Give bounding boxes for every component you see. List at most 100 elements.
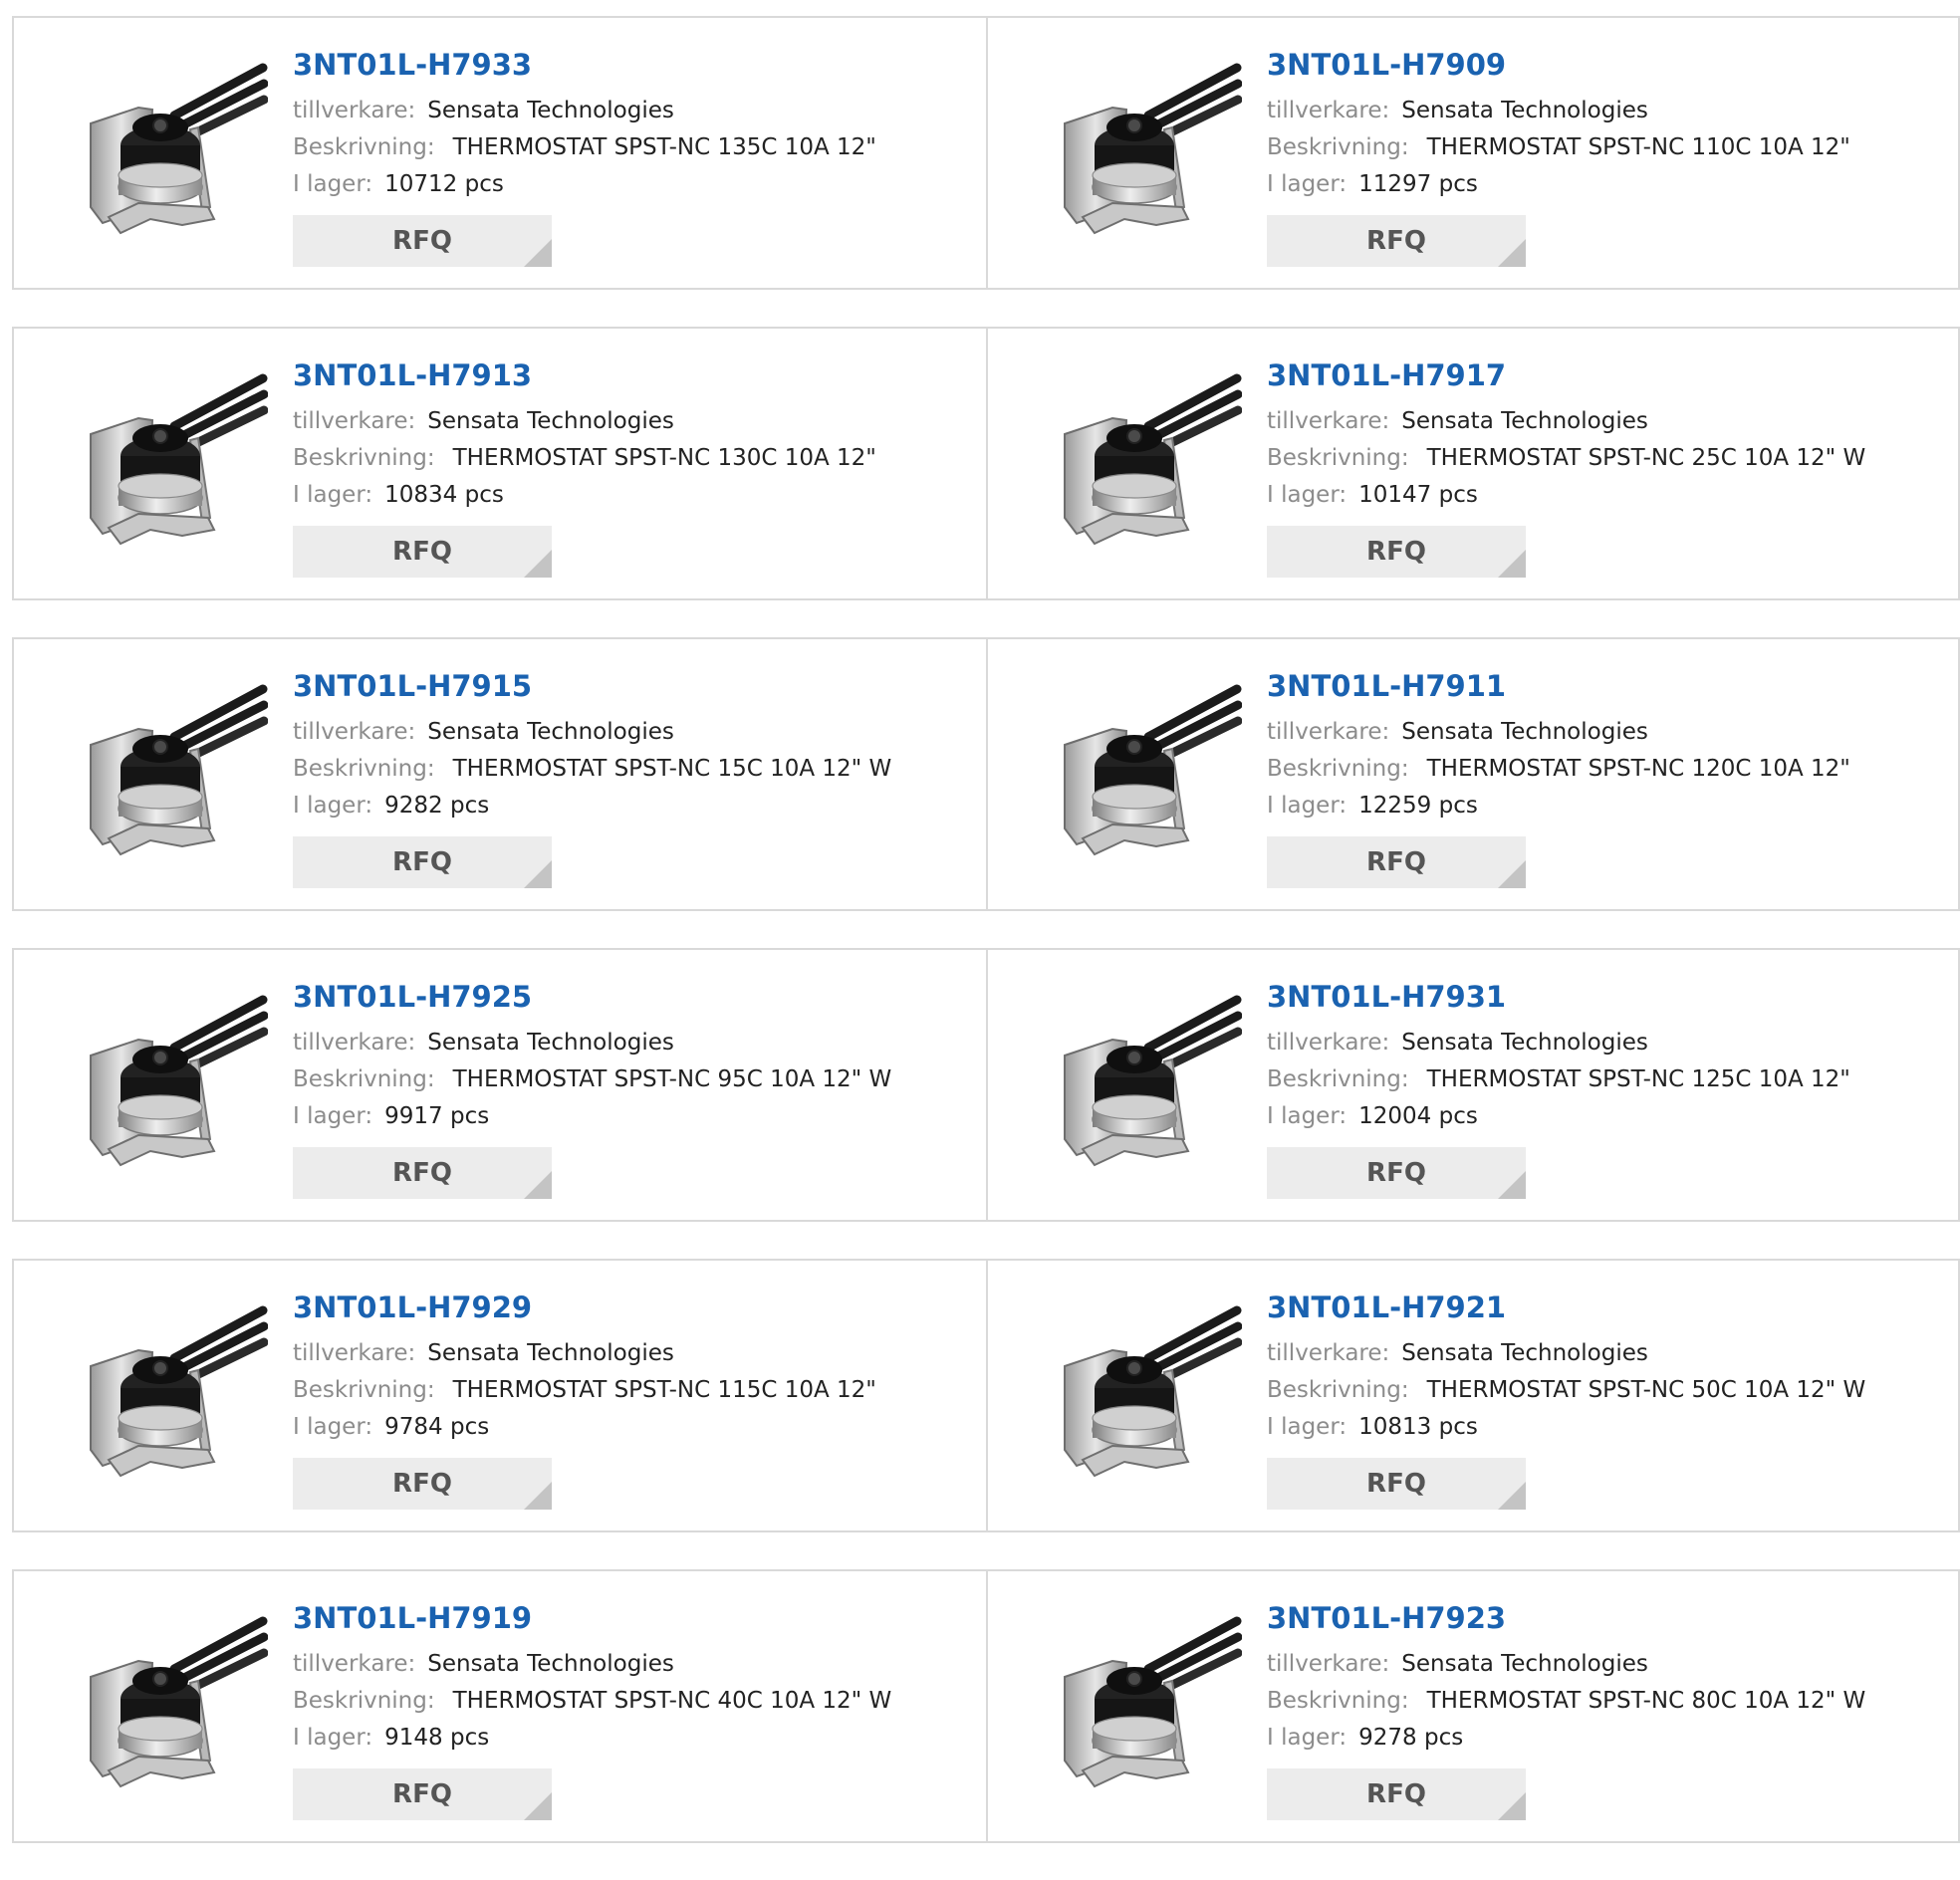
product-part-number-link[interactable]: 3NT01L-H7925	[293, 980, 891, 1014]
rfq-button[interactable]: RFQ	[1267, 836, 1526, 888]
product-part-number-link[interactable]: 3NT01L-H7917	[1267, 358, 1865, 392]
manufacturer-line: tillverkare: Sensata Technologies	[293, 1335, 876, 1372]
product-part-number-link[interactable]: 3NT01L-H7923	[1267, 1601, 1865, 1635]
product-part-number-link[interactable]: 3NT01L-H7915	[293, 669, 891, 703]
rfq-button-label: RFQ	[392, 226, 452, 256]
thermostat-product-image[interactable]	[79, 1300, 269, 1480]
rfq-button[interactable]: RFQ	[293, 836, 552, 888]
manufacturer-value: Sensata Technologies	[1401, 1030, 1648, 1056]
description-value: THERMOSTAT SPST-NC 135C 10A 12"	[452, 134, 876, 160]
stock-line: I lager: 9917 pcs	[293, 1098, 891, 1135]
stock-value: 9282 pcs	[384, 793, 490, 819]
description-line: Beskrivning: THERMOSTAT SPST-NC 25C 10A 1…	[1267, 440, 1865, 477]
rfq-button[interactable]: RFQ	[293, 215, 552, 267]
rfq-button-label: RFQ	[392, 1469, 452, 1499]
rfq-button[interactable]: RFQ	[1267, 1768, 1526, 1820]
product-info: 3NT01L-H7911 tillverkare: Sensata Technol…	[1267, 669, 1850, 888]
description-value: THERMOSTAT SPST-NC 15C 10A 12" W	[452, 756, 892, 782]
description-line: Beskrivning: THERMOSTAT SPST-NC 110C 10A …	[1267, 129, 1850, 166]
description-line: Beskrivning: THERMOSTAT SPST-NC 80C 10A 1…	[1267, 1683, 1865, 1720]
manufacturer-line: tillverkare: Sensata Technologies	[293, 93, 876, 129]
rfq-button[interactable]: RFQ	[293, 1768, 552, 1820]
manufacturer-line: tillverkare: Sensata Technologies	[293, 1646, 891, 1683]
rfq-button[interactable]: RFQ	[293, 1458, 552, 1510]
description-value: THERMOSTAT SPST-NC 50C 10A 12" W	[1426, 1377, 1866, 1403]
product-part-number-link[interactable]: 3NT01L-H7931	[1267, 980, 1850, 1014]
thermostat-product-image[interactable]	[79, 58, 269, 237]
manufacturer-label: tillverkare:	[1267, 98, 1390, 123]
product-part-number-link[interactable]: 3NT01L-H7933	[293, 48, 876, 82]
product-card: 3NT01L-H7919 tillverkare: Sensata Technol…	[14, 1571, 986, 1841]
thermostat-product-image[interactable]	[1053, 1300, 1243, 1480]
product-part-number-link[interactable]: 3NT01L-H7919	[293, 1601, 891, 1635]
rfq-button[interactable]: RFQ	[293, 526, 552, 578]
thermostat-product-image[interactable]	[1053, 679, 1243, 858]
description-value: THERMOSTAT SPST-NC 130C 10A 12"	[452, 445, 876, 471]
stock-label: I lager:	[293, 482, 373, 508]
stock-line: I lager: 11297 pcs	[1267, 166, 1850, 203]
description-line: Beskrivning: THERMOSTAT SPST-NC 50C 10A 1…	[1267, 1372, 1865, 1409]
manufacturer-value: Sensata Technologies	[1401, 408, 1648, 434]
stock-value: 11297 pcs	[1358, 171, 1478, 197]
stock-value: 10834 pcs	[384, 482, 504, 508]
corner-triangle-icon	[524, 550, 552, 578]
manufacturer-line: tillverkare: Sensata Technologies	[1267, 1335, 1865, 1372]
product-part-number-link[interactable]: 3NT01L-H7913	[293, 358, 876, 392]
thermostat-product-image[interactable]	[79, 679, 269, 858]
stock-label: I lager:	[293, 1414, 373, 1440]
rfq-button-label: RFQ	[1366, 1779, 1426, 1809]
manufacturer-value: Sensata Technologies	[427, 1030, 674, 1056]
product-part-number-link[interactable]: 3NT01L-H7909	[1267, 48, 1850, 82]
rfq-button[interactable]: RFQ	[1267, 215, 1526, 267]
product-card: 3NT01L-H7933 tillverkare: Sensata Technol…	[14, 18, 986, 288]
description-line: Beskrivning: THERMOSTAT SPST-NC 130C 10A …	[293, 440, 876, 477]
corner-triangle-icon	[524, 1792, 552, 1820]
thermostat-product-image[interactable]	[79, 368, 269, 548]
rfq-button-label: RFQ	[1366, 226, 1426, 256]
product-card: 3NT01L-H7929 tillverkare: Sensata Technol…	[14, 1261, 986, 1530]
corner-triangle-icon	[524, 1171, 552, 1199]
thermostat-product-image[interactable]	[1053, 990, 1243, 1169]
manufacturer-label: tillverkare:	[1267, 1340, 1390, 1366]
product-part-number-link[interactable]: 3NT01L-H7911	[1267, 669, 1850, 703]
manufacturer-value: Sensata Technologies	[1401, 1340, 1648, 1366]
description-value: THERMOSTAT SPST-NC 125C 10A 12"	[1426, 1066, 1850, 1092]
manufacturer-label: tillverkare:	[1267, 408, 1390, 434]
product-card: 3NT01L-H7917 tillverkare: Sensata Technol…	[986, 329, 1958, 598]
rfq-button[interactable]: RFQ	[1267, 1458, 1526, 1510]
rfq-button[interactable]: RFQ	[293, 1147, 552, 1199]
stock-value: 12259 pcs	[1358, 793, 1478, 819]
corner-triangle-icon	[524, 239, 552, 267]
description-label: Beskrivning:	[1267, 1377, 1409, 1403]
description-value: THERMOSTAT SPST-NC 120C 10A 12"	[1426, 756, 1850, 782]
manufacturer-line: tillverkare: Sensata Technologies	[1267, 1025, 1850, 1061]
product-part-number-link[interactable]: 3NT01L-H7921	[1267, 1291, 1865, 1324]
description-label: Beskrivning:	[293, 134, 435, 160]
thermostat-product-image[interactable]	[79, 990, 269, 1169]
thermostat-product-image[interactable]	[1053, 368, 1243, 548]
thermostat-product-image[interactable]	[1053, 58, 1243, 237]
product-info: 3NT01L-H7923 tillverkare: Sensata Technol…	[1267, 1601, 1865, 1820]
manufacturer-value: Sensata Technologies	[427, 408, 674, 434]
description-label: Beskrivning:	[1267, 1066, 1409, 1092]
stock-value: 9278 pcs	[1358, 1725, 1464, 1751]
product-grid: 3NT01L-H7933 tillverkare: Sensata Technol…	[12, 16, 1960, 1880]
stock-label: I lager:	[293, 171, 373, 197]
description-label: Beskrivning:	[1267, 756, 1409, 782]
rfq-button[interactable]: RFQ	[1267, 526, 1526, 578]
corner-triangle-icon	[1498, 550, 1526, 578]
description-line: Beskrivning: THERMOSTAT SPST-NC 115C 10A …	[293, 1372, 876, 1409]
product-row: 3NT01L-H7925 tillverkare: Sensata Technol…	[12, 948, 1960, 1222]
rfq-button[interactable]: RFQ	[1267, 1147, 1526, 1199]
manufacturer-value: Sensata Technologies	[1401, 719, 1648, 745]
rfq-button-label: RFQ	[392, 847, 452, 877]
stock-line: I lager: 9148 pcs	[293, 1720, 891, 1757]
manufacturer-label: tillverkare:	[1267, 1030, 1390, 1056]
stock-line: I lager: 9282 pcs	[293, 788, 891, 824]
product-part-number-link[interactable]: 3NT01L-H7929	[293, 1291, 876, 1324]
stock-label: I lager:	[293, 793, 373, 819]
manufacturer-value: Sensata Technologies	[427, 1340, 674, 1366]
thermostat-product-image[interactable]	[79, 1611, 269, 1790]
product-card: 3NT01L-H7909 tillverkare: Sensata Technol…	[986, 18, 1958, 288]
thermostat-product-image[interactable]	[1053, 1611, 1243, 1790]
